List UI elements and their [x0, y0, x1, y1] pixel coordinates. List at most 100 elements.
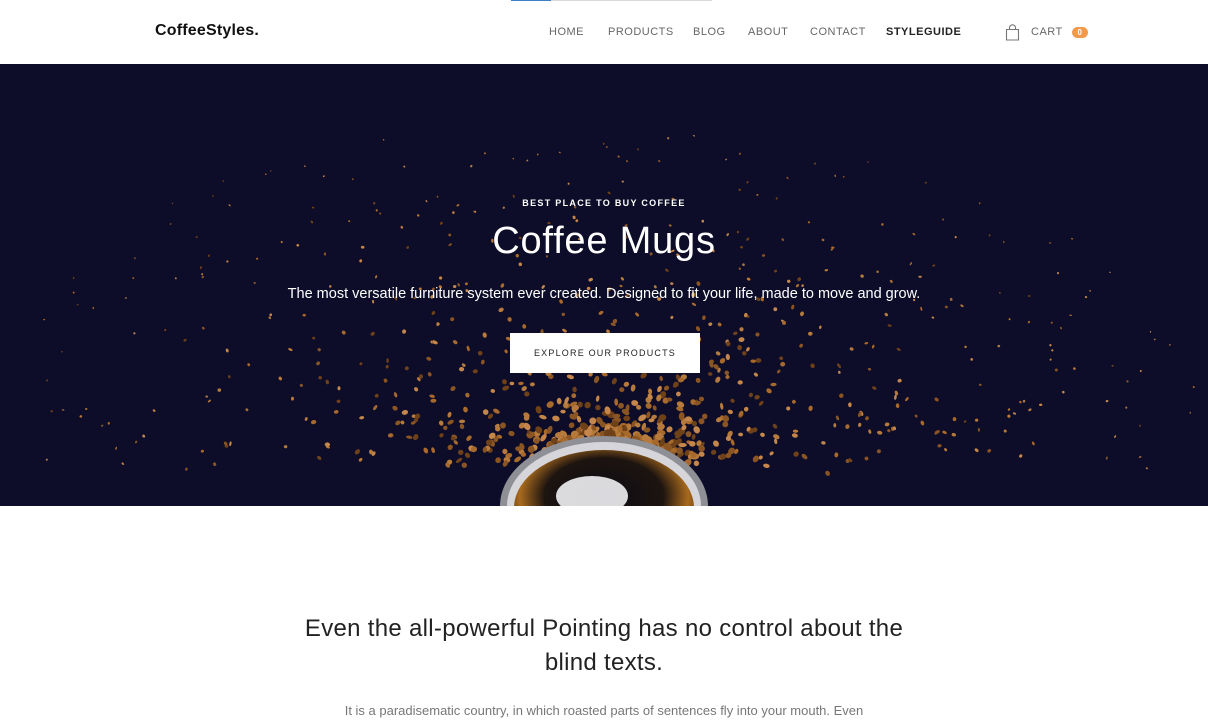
coffee-granule [748, 392, 754, 398]
coffee-granule [464, 452, 471, 458]
coffee-granule [824, 269, 829, 272]
coffee-granule [720, 402, 724, 410]
coffee-granule [724, 370, 730, 376]
coffee-granule [438, 420, 444, 426]
coffee-granule [884, 422, 890, 427]
coffee-granule [792, 399, 796, 404]
coffee-granule [1019, 400, 1022, 404]
coffee-granule [618, 402, 624, 409]
coffee-granule [887, 324, 892, 327]
coffee-granule [646, 411, 651, 419]
coffee-granule [374, 393, 379, 398]
coffee-granule [1039, 403, 1043, 407]
coffee-granule [1007, 408, 1011, 411]
coffee-granule [937, 444, 942, 448]
coffee-granule [524, 391, 530, 397]
coffee-granule [730, 398, 735, 403]
coffee-granule [1049, 344, 1052, 347]
coffee-granule [1022, 399, 1026, 403]
coffee-granule [201, 326, 205, 330]
coffee-granule [755, 358, 762, 363]
coffee-granule [426, 356, 432, 361]
coffee-granule [535, 405, 542, 414]
coffee-granule [808, 331, 813, 336]
coffee-granule [602, 142, 605, 145]
coffee-granule [889, 279, 893, 283]
coffee-granule [508, 430, 515, 437]
site-logo[interactable]: CoffeeStyles. [155, 22, 259, 40]
coffee-granule [482, 409, 489, 415]
coffee-granule [837, 370, 841, 374]
coffee-granule [607, 191, 611, 195]
coffee-granule [1051, 349, 1054, 352]
coffee-granule [393, 392, 398, 398]
coffee-granule [264, 173, 267, 176]
coffee-granule [637, 148, 639, 151]
coffee-granule [974, 418, 979, 422]
coffee-granule [1012, 412, 1017, 415]
coffee-granule [560, 409, 566, 414]
coffee-granule [375, 275, 378, 279]
coffee-granule [834, 174, 836, 177]
coffee-granule [324, 442, 331, 447]
coffee-granule [860, 274, 864, 278]
cart-label: CART [1031, 26, 1063, 38]
coffee-granule [1111, 365, 1114, 367]
nav-products[interactable]: PRODUCTS [608, 26, 674, 38]
coffee-granule [439, 276, 443, 280]
nav-styleguide[interactable]: STYLEGUIDE [886, 26, 961, 38]
coffee-granule [780, 361, 786, 367]
coffee-granule [1028, 408, 1032, 412]
coffee-granule [813, 162, 817, 165]
scroll-progress-fill [511, 0, 552, 1]
coffee-granule [1105, 456, 1108, 460]
cart-button[interactable]: CART 0 [1005, 23, 1088, 41]
coffee-granule [92, 306, 95, 310]
coffee-granule [135, 440, 138, 444]
explore-products-button[interactable]: EXPLORE OUR PRODUCTS [510, 333, 700, 373]
coffee-granule [931, 316, 935, 319]
shopping-bag-icon [1005, 23, 1020, 41]
coffee-granule [766, 388, 772, 394]
coffee-granule [212, 195, 214, 197]
coffee-granule [630, 384, 636, 392]
coffee-granule [354, 449, 361, 455]
coffee-granule [76, 303, 79, 306]
nav-about[interactable]: ABOUT [748, 26, 788, 38]
coffee-granule [588, 277, 593, 282]
coffee-granule [791, 433, 798, 438]
coffee-granule [792, 429, 799, 433]
hero-title: Coffee Mugs [492, 220, 716, 262]
coffee-granule [466, 345, 470, 352]
coffee-granule [465, 392, 470, 398]
coffee-granule [458, 419, 466, 424]
coffee-granule [702, 315, 706, 321]
nav-contact[interactable]: CONTACT [810, 26, 866, 38]
nav-home[interactable]: HOME [549, 26, 584, 38]
coffee-granule [1189, 411, 1191, 414]
coffee-granule [934, 397, 939, 402]
coffee-granule [799, 343, 803, 348]
coffee-granule [808, 405, 813, 411]
coffee-granule [325, 379, 330, 385]
coffee-granule [685, 431, 692, 438]
coffee-granule [834, 452, 839, 458]
nav-blog[interactable]: BLOG [693, 26, 726, 38]
hero-banner: BEST PLACE TO BUY COFFEE Coffee Mugs The… [0, 64, 1208, 506]
coffee-granule [142, 434, 146, 438]
coffee-granule [502, 385, 510, 391]
coffee-granule [865, 416, 869, 421]
coffee-granule [1105, 399, 1109, 403]
coffee-granule [835, 415, 840, 421]
coffee-granule [589, 417, 597, 425]
coffee-granule [1125, 406, 1128, 409]
coffee-granule [502, 448, 508, 455]
coffee-granule [302, 313, 306, 317]
coffee-granule [1192, 386, 1195, 389]
coffee-granule [403, 165, 406, 168]
coffee-granule [1007, 414, 1011, 418]
coffee-granule [402, 329, 407, 334]
coffee-granule [786, 176, 789, 180]
coffee-granule [1145, 467, 1148, 470]
coffee-granule [217, 388, 222, 392]
